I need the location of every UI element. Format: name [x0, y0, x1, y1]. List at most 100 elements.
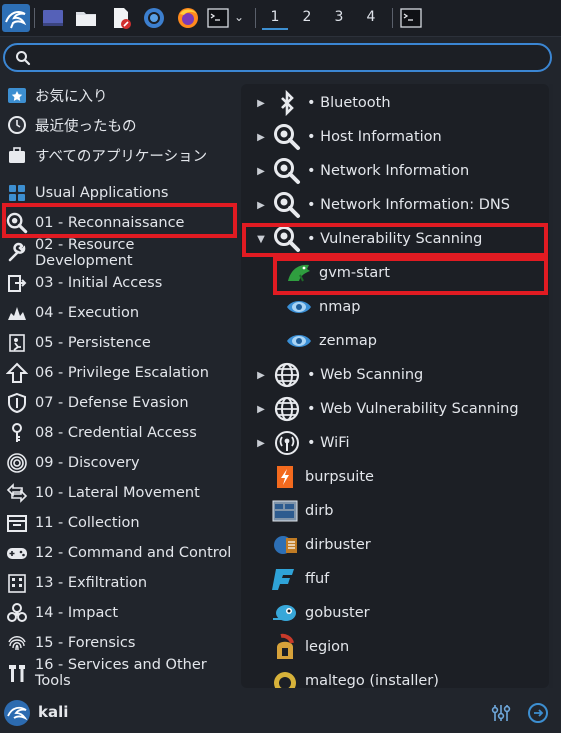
category-label: 16 - Services and Other Tools — [35, 657, 207, 689]
application-item[interactable]: burpsuite — [271, 462, 374, 492]
item-label: • Web Vulnerability Scanning — [307, 401, 519, 417]
wifi-icon — [273, 429, 301, 457]
workspace-1[interactable]: 1 — [262, 6, 288, 30]
terminal-icon — [207, 8, 229, 28]
category-label: 14 - Impact — [35, 605, 119, 621]
globe-icon — [273, 361, 301, 389]
logout-icon[interactable] — [527, 702, 549, 724]
item-label: • Web Scanning — [307, 367, 424, 383]
submenu-item[interactable]: ▶ • Web Vulnerability Scanning — [255, 394, 519, 424]
submenu-item[interactable]: ▶ • Network Information: DNS — [255, 190, 510, 220]
submenu-item[interactable]: ▶ • Web Scanning — [255, 360, 423, 390]
chevron-right-icon[interactable]: ▶ — [255, 200, 267, 211]
key-icon — [6, 422, 28, 444]
category-item[interactable]: 05 - Persistence — [6, 329, 236, 357]
category-item[interactable]: 10 - Lateral Movement — [6, 479, 236, 507]
archive-icon — [6, 512, 28, 534]
door-icon — [6, 272, 28, 294]
item-label: gvm-start — [319, 265, 390, 281]
magnifier-icon — [273, 191, 301, 219]
terminal-button[interactable] — [206, 5, 232, 31]
settings-sliders-icon[interactable] — [490, 702, 512, 724]
application-item[interactable]: dirb — [271, 496, 333, 526]
tools-icon — [6, 662, 28, 684]
user-name: kali — [38, 703, 69, 721]
firefox-button[interactable] — [175, 5, 201, 31]
chevron-right-icon[interactable]: ▶ — [255, 132, 267, 143]
application-item[interactable]: gobuster — [271, 598, 370, 628]
chromium-button[interactable] — [141, 5, 167, 31]
scrollbar[interactable] — [549, 84, 553, 688]
chevron-right-icon[interactable]: ▶ — [255, 98, 267, 109]
workspace-3[interactable]: 3 — [326, 6, 352, 28]
application-item[interactable]: dirbuster — [271, 530, 371, 560]
person-icon — [6, 332, 28, 354]
category-item[interactable]: 16 - Services and Other Tools — [6, 657, 236, 689]
application-panel: ▶ • Bluetooth ▶ • Host Information ▶ • Networ… — [241, 84, 549, 688]
category-label: 13 - Exfiltration — [35, 575, 148, 591]
category-label: 09 - Discovery — [35, 455, 140, 471]
gobuster-icon — [271, 599, 299, 627]
application-item[interactable]: ffuf — [271, 564, 329, 594]
category-item[interactable]: 04 - Execution — [6, 299, 236, 327]
submenu-item[interactable]: ▶ • WiFi — [255, 428, 350, 458]
item-label: dirb — [305, 503, 334, 519]
category-item[interactable]: 01 - Reconnaissance — [6, 209, 236, 237]
submenu-item[interactable]: ▶ • Host Information — [255, 122, 442, 152]
chevron-right-icon[interactable]: ▶ — [255, 166, 267, 177]
chevron-right-icon[interactable]: ▶ — [255, 438, 267, 449]
category-item[interactable]: 13 - Exfiltration — [6, 569, 236, 597]
category-item[interactable]: お気に入り — [6, 81, 236, 109]
search-input[interactable] — [35, 48, 539, 70]
category-item[interactable]: 14 - Impact — [6, 599, 236, 627]
building-icon — [6, 572, 28, 594]
terminal-window-button[interactable] — [399, 5, 425, 31]
text-editor-button[interactable] — [108, 5, 134, 31]
category-item[interactable]: Usual Applications — [6, 179, 236, 207]
item-label: nmap — [319, 299, 361, 315]
submenu-item[interactable]: ▼ • Vulnerability Scanning — [255, 224, 482, 254]
category-label: お気に入り — [35, 88, 108, 105]
top-panel: ⌄ 1 2 3 4 — [0, 0, 561, 37]
category-item[interactable]: 07 - Defense Evasion — [6, 389, 236, 417]
category-label: 01 - Reconnaissance — [35, 215, 185, 231]
category-item[interactable]: すべてのアプリケーション — [6, 141, 236, 169]
chevron-down-icon[interactable]: ⌄ — [234, 10, 244, 24]
category-label: 05 - Persistence — [35, 335, 151, 351]
category-label: 11 - Collection — [35, 515, 140, 531]
application-item[interactable]: gvm-start — [285, 258, 390, 288]
show-desktop-button[interactable] — [40, 5, 66, 31]
workspace-4[interactable]: 4 — [358, 6, 384, 28]
magnifier-icon — [273, 225, 301, 253]
file-manager-button[interactable] — [73, 5, 99, 31]
category-item[interactable]: 09 - Discovery — [6, 449, 236, 477]
globe-icon — [273, 395, 301, 423]
avatar — [4, 700, 30, 726]
submenu-item[interactable]: ▶ • Bluetooth — [255, 88, 391, 118]
category-item[interactable]: 02 - Resource Development — [6, 237, 236, 269]
submenu-item[interactable]: ▶ • Network Information — [255, 156, 469, 186]
search-box[interactable] — [3, 43, 552, 72]
terminal-icon — [400, 8, 422, 28]
item-label: maltego (installer) — [305, 673, 439, 688]
category-item[interactable]: 15 - Forensics — [6, 629, 236, 657]
application-item[interactable]: maltego (installer) — [271, 666, 439, 688]
application-item[interactable]: nmap — [285, 292, 360, 322]
workspace-2[interactable]: 2 — [294, 6, 320, 28]
category-item[interactable]: 03 - Initial Access — [6, 269, 236, 297]
chevron-right-icon[interactable]: ▶ — [255, 404, 267, 415]
application-item[interactable]: legion — [271, 632, 349, 662]
radar-icon — [6, 452, 28, 474]
chevron-down-icon[interactable]: ▼ — [255, 234, 267, 245]
item-label: • Network Information: DNS — [307, 197, 510, 213]
category-item[interactable]: 最近使ったもの — [6, 111, 236, 139]
category-item[interactable]: 06 - Privilege Escalation — [6, 359, 236, 387]
application-item[interactable]: zenmap — [285, 326, 377, 356]
chevron-right-icon[interactable]: ▶ — [255, 370, 267, 381]
category-item[interactable]: 12 - Command and Control — [6, 539, 236, 567]
arrows-icon — [6, 482, 28, 504]
kali-menu-button[interactable] — [2, 4, 30, 32]
category-label: 04 - Execution — [35, 305, 140, 321]
category-item[interactable]: 08 - Credential Access — [6, 419, 236, 447]
category-item[interactable]: 11 - Collection — [6, 509, 236, 537]
